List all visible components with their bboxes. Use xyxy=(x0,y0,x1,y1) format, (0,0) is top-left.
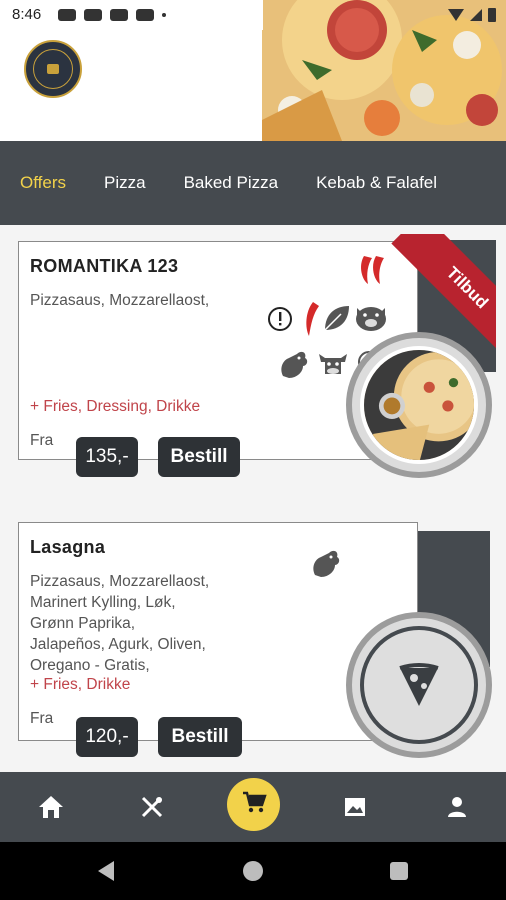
system-navigation-bar xyxy=(0,842,506,900)
youtube-icon xyxy=(84,9,102,21)
chili-icon xyxy=(299,300,321,338)
item-description-line: Marinert Kylling, Løk, xyxy=(30,594,176,611)
info-icon xyxy=(267,306,293,332)
status-bar: 8:46 xyxy=(0,0,506,30)
cart-icon xyxy=(241,789,267,820)
item-description-line: Jalapeños, Agurk, Oliven, xyxy=(30,636,206,653)
item-description-line: Pizzasaus, Mozzarellaost, xyxy=(30,573,210,590)
tab-offers[interactable]: Offers xyxy=(20,173,66,193)
restaurant-logo-icon[interactable] xyxy=(24,40,82,98)
youtube-icon xyxy=(110,9,128,21)
tab-pizza[interactable]: Pizza xyxy=(104,173,146,193)
restaurant-menu-icon[interactable] xyxy=(135,790,169,824)
item-description-line: Oregano - Gratis, xyxy=(30,657,150,674)
tab-kebab-falafel[interactable]: Kebab & Falafel xyxy=(316,173,437,193)
item-image[interactable] xyxy=(346,332,492,478)
dot-icon xyxy=(162,13,166,17)
status-time: 8:46 xyxy=(12,6,42,23)
offer-badge-label: Tilbud xyxy=(442,263,492,313)
cow-icon xyxy=(315,346,351,382)
from-label: Fra xyxy=(30,710,54,727)
home-icon[interactable] xyxy=(34,790,68,824)
order-button[interactable]: Bestill xyxy=(158,717,242,757)
battery-icon xyxy=(488,8,496,22)
from-label: Fra xyxy=(30,432,54,449)
cart-button[interactable] xyxy=(227,778,280,831)
order-button[interactable]: Bestill xyxy=(158,437,240,477)
app-screen: 8:46 Offers Pizza Baked Pizza Kebab & Fa… xyxy=(0,0,506,900)
home-circle-icon[interactable] xyxy=(243,861,263,881)
price-button[interactable]: 135,- xyxy=(76,437,138,477)
item-extras: + Fries, Dressing, Drikke xyxy=(30,398,201,415)
youtube-icon xyxy=(58,9,76,21)
back-icon[interactable] xyxy=(98,861,114,881)
signal-icon xyxy=(470,9,482,21)
gallery-icon[interactable] xyxy=(338,790,372,824)
recents-icon[interactable] xyxy=(390,862,408,880)
profile-icon[interactable] xyxy=(440,790,474,824)
wifi-icon xyxy=(448,9,464,21)
tab-baked-pizza[interactable]: Baked Pizza xyxy=(184,173,279,193)
item-extras: + Fries, Drikke xyxy=(30,676,131,693)
leaf-icon xyxy=(321,302,351,334)
item-title: Lasagna xyxy=(30,537,106,557)
item-description: Pizzasaus, Mozzarellaost, xyxy=(30,292,210,309)
chicken-icon xyxy=(275,346,311,382)
category-tabs: Offers Pizza Baked Pizza Kebab & Falafel xyxy=(0,141,506,225)
pizza-slice-placeholder-icon[interactable] xyxy=(346,612,492,758)
youtube-icon xyxy=(136,9,154,21)
price-button[interactable]: 120,- xyxy=(76,717,138,757)
chicken-icon xyxy=(307,545,343,581)
item-title: ROMANTIKA 123 xyxy=(30,256,179,276)
item-description-line: Grønn Paprika, xyxy=(30,615,136,632)
